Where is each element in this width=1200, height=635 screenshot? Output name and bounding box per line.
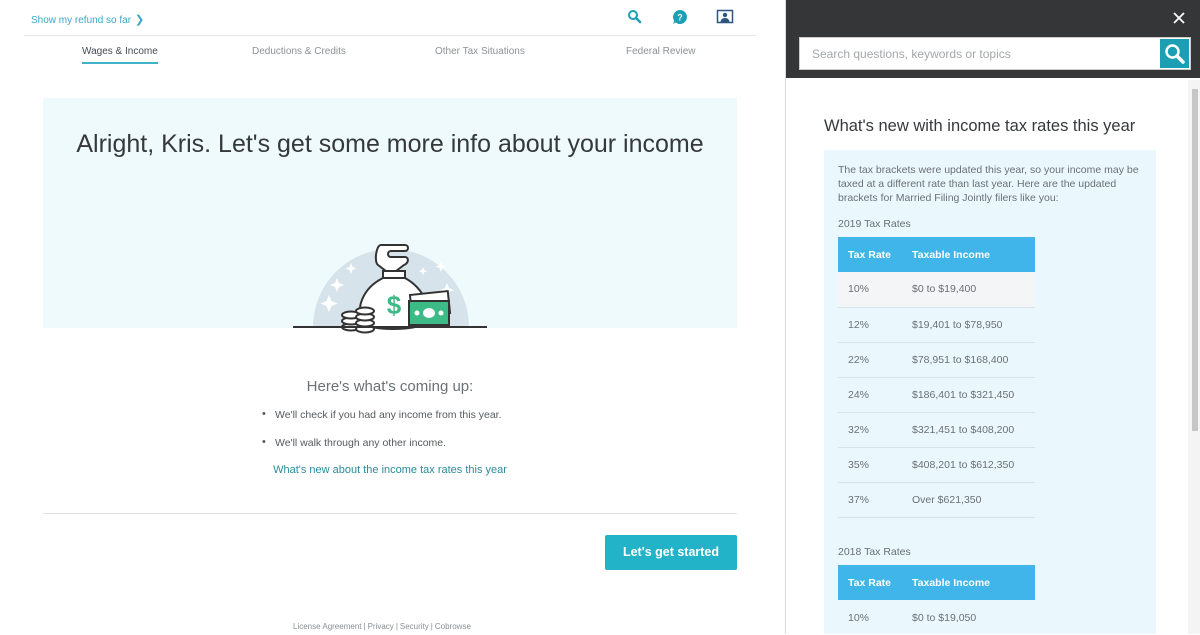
coming-up-list: We'll check if you had any income from t…: [262, 408, 502, 465]
taxable-income-cell: $186,401 to $321,450: [912, 377, 1035, 413]
table-row: 37% Over $621,350: [838, 482, 1035, 518]
tax-rate-cell: 10%: [838, 272, 912, 308]
coming-up-heading: Here's what's coming up:: [306, 378, 474, 395]
table-row: 35% $408,201 to $612,350: [838, 447, 1035, 483]
column-header-taxable-income: Taxable Income: [912, 565, 1035, 600]
tax-rate-cell: 37%: [838, 482, 912, 518]
header-icons: ?: [620, 8, 750, 28]
table-label-2018: 2018 Tax Rates: [838, 546, 911, 558]
column-header-tax-rate: Tax Rate: [838, 237, 912, 272]
tax-rates-intro: The tax brackets were updated this year,…: [838, 164, 1139, 204]
taxable-income-cell: $408,201 to $612,350: [912, 447, 1035, 483]
table-header-row: Tax Rate Taxable Income: [838, 565, 1035, 600]
money-bag-icon: $: [293, 223, 493, 338]
cobrowse-link[interactable]: Cobrowse: [435, 622, 471, 631]
tax-rate-cell: 35%: [838, 447, 912, 483]
footer-separator: |: [363, 622, 366, 631]
help-panel-header: [786, 0, 1200, 78]
help-search-button[interactable]: [1160, 39, 1189, 68]
main-content: Show my refund so far ❯ ? Wages & Income …: [0, 0, 785, 634]
taxable-income-cell: $0 to $19,400: [912, 272, 1035, 308]
table-row: 12% $19,401 to $78,950: [838, 307, 1035, 343]
security-link[interactable]: Security: [400, 622, 429, 631]
taxable-income-cell: $321,451 to $408,200: [912, 412, 1035, 448]
help-search-input[interactable]: [800, 38, 1160, 69]
whats-new-rates-link[interactable]: What's new about the income tax rates th…: [0, 464, 780, 476]
footer-separator: |: [430, 622, 433, 631]
taxable-income-cell: Over $621,350: [912, 482, 1035, 518]
taxable-income-cell: $0 to $19,050: [912, 611, 977, 624]
help-icon[interactable]: ?: [671, 8, 689, 26]
scrollbar-thumb[interactable]: [1192, 89, 1198, 431]
help-search: [799, 37, 1191, 70]
show-refund-link[interactable]: Show my refund so far ❯: [31, 13, 144, 26]
taxable-income-cell: $19,401 to $78,950: [912, 307, 1035, 343]
show-refund-label: Show my refund so far: [31, 15, 132, 26]
tab-federal-review[interactable]: Federal Review: [626, 46, 695, 57]
column-header-taxable-income: Taxable Income: [912, 237, 1035, 272]
svg-text:$: $: [387, 290, 402, 320]
footer-links: License Agreement | Privacy | Security | Cobro…: [293, 622, 471, 631]
privacy-link[interactable]: Privacy: [368, 622, 394, 631]
help-article-title: What's new with income tax rates this ye…: [824, 117, 1136, 135]
tax-rate-cell: 32%: [838, 412, 912, 448]
lets-get-started-button[interactable]: Let's get started: [605, 535, 737, 570]
tab-deductions-credits[interactable]: Deductions & Credits: [252, 46, 346, 57]
table-label-2019: 2019 Tax Rates: [838, 218, 911, 230]
tax-table-2018: Tax Rate Taxable Income 10% $0 to $19,050: [838, 565, 1035, 635]
column-header-tax-rate: Tax Rate: [838, 565, 912, 600]
page-title: Alright, Kris. Let's get some more info …: [76, 130, 704, 158]
tax-table-2019: Tax Rate Taxable Income 10% $0 to $19,400…: [838, 237, 1035, 518]
tax-rates-card: The tax brackets were updated this year,…: [824, 150, 1156, 634]
table-row: 32% $321,451 to $408,200: [838, 412, 1035, 448]
table-row: 24% $186,401 to $321,450: [838, 377, 1035, 413]
screen-share-icon[interactable]: [716, 8, 734, 26]
tax-rate-cell: 12%: [838, 307, 912, 343]
hero-banner: Alright, Kris. Let's get some more info …: [43, 98, 737, 334]
tab-wages-income[interactable]: Wages & Income: [82, 46, 158, 64]
footer-separator: |: [395, 622, 398, 631]
tab-other-tax-situations[interactable]: Other Tax Situations: [435, 46, 525, 57]
close-icon[interactable]: [1172, 11, 1186, 25]
help-panel-scrollbar[interactable]: [1188, 80, 1200, 634]
header-divider: [24, 35, 756, 36]
search-icon[interactable]: [626, 8, 644, 26]
content-divider: [43, 513, 737, 514]
table-row: 10% $0 to $19,050: [838, 600, 1035, 635]
table-row: 22% $78,951 to $168,400: [838, 342, 1035, 378]
svg-text:?: ?: [677, 13, 683, 23]
table-header-row: Tax Rate Taxable Income: [838, 237, 1035, 272]
search-icon: [1165, 44, 1185, 64]
list-item: We'll walk through any other income.: [262, 436, 502, 465]
chevron-right-icon: ❯: [135, 14, 145, 26]
tax-rate-cell: 22%: [838, 342, 912, 378]
taxable-income-cell: $78,951 to $168,400: [912, 342, 1035, 378]
tax-rate-cell: 24%: [838, 377, 912, 413]
help-panel: What's new with income tax rates this ye…: [786, 0, 1200, 634]
license-agreement-link[interactable]: License Agreement: [293, 622, 362, 631]
list-item: We'll check if you had any income from t…: [262, 408, 502, 437]
table-row: 10% $0 to $19,400: [838, 272, 1035, 308]
tax-rate-cell: 10%: [848, 611, 870, 624]
section-tabs: Wages & Income Deductions & Credits Othe…: [40, 46, 740, 66]
